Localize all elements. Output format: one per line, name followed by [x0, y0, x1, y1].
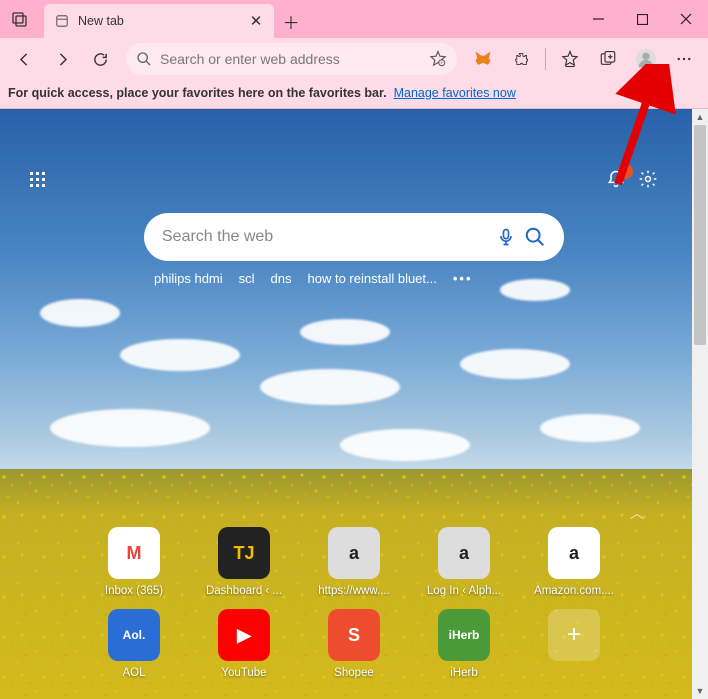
quick-links: ︿ MInbox (365)TJDashboard ‹ ...ahttps://… [74, 521, 634, 679]
tab-close-button[interactable]: ✕ [248, 13, 264, 29]
quick-link-tile[interactable]: a https://www.... [314, 527, 394, 597]
trend-link[interactable]: dns [271, 271, 292, 286]
search-submit-icon[interactable] [524, 226, 546, 248]
vertical-scrollbar[interactable]: ▲ ▼ [692, 109, 708, 699]
collections-button[interactable] [590, 42, 626, 76]
svg-text:+: + [440, 61, 443, 66]
trends-more-icon[interactable]: ••• [453, 271, 473, 286]
tile-icon: a [328, 527, 380, 579]
profile-button[interactable] [628, 42, 664, 76]
tile-label: Shopee [314, 667, 394, 679]
web-search-box[interactable] [144, 213, 564, 261]
favorites-info-text: For quick access, place your favorites h… [8, 86, 387, 100]
trend-link[interactable]: philips hdmi [154, 271, 223, 286]
extensions-button[interactable] [503, 42, 539, 76]
toolbar: + [0, 38, 708, 80]
ntp-header: 7 [0, 159, 688, 199]
tile-label: Log In ‹ Alph... [424, 585, 504, 597]
tab-title: New tab [78, 14, 240, 28]
tile-icon: ▶ [218, 609, 270, 661]
maximize-button[interactable] [620, 0, 664, 38]
tab-actions-button[interactable] [0, 0, 40, 38]
tile-icon: TJ [218, 527, 270, 579]
favorite-star-icon[interactable]: + [429, 50, 447, 68]
titlebar: New tab ✕ ＋ [0, 0, 708, 38]
favorites-info-bar: For quick access, place your favorites h… [0, 80, 708, 109]
manage-favorites-link[interactable]: Manage favorites now [394, 86, 516, 100]
refresh-button[interactable] [82, 42, 118, 76]
window-controls [576, 0, 708, 38]
plus-icon: + [548, 609, 600, 661]
tile-label: YouTube [204, 667, 284, 679]
favorites-button[interactable] [552, 42, 588, 76]
apps-grid-icon[interactable] [30, 172, 45, 187]
quick-link-tile[interactable]: TJ Dashboard ‹ ... [204, 527, 284, 597]
scroll-up-button[interactable]: ▲ [692, 109, 708, 125]
tile-label: Inbox (365) [94, 585, 174, 597]
tile-label: https://www.... [314, 585, 394, 597]
tile-label: AOL [94, 667, 174, 679]
add-tile-button[interactable]: + [534, 609, 614, 679]
back-button[interactable] [6, 42, 42, 76]
page-settings-button[interactable] [638, 169, 658, 189]
tile-label: Amazon.com.... [534, 585, 614, 597]
extension-metamask-icon[interactable] [465, 42, 501, 76]
tile-label: iHerb [424, 667, 504, 679]
new-tab-page: 7 philips hdmi scl dns how to reinstall … [0, 109, 708, 699]
separator [545, 48, 546, 70]
trend-link[interactable]: scl [239, 271, 255, 286]
tile-icon: Aol. [108, 609, 160, 661]
tab-favicon-icon [54, 13, 70, 29]
web-search-input[interactable] [162, 228, 488, 246]
scrollbar-thumb[interactable] [694, 125, 706, 345]
quick-link-tile[interactable]: Aol. AOL [94, 609, 174, 679]
quick-link-tile[interactable]: a Log In ‹ Alph... [424, 527, 504, 597]
address-bar[interactable]: + [126, 43, 457, 75]
quick-link-tile[interactable]: M Inbox (365) [94, 527, 174, 597]
tile-icon: a [548, 527, 600, 579]
browser-tab[interactable]: New tab ✕ [44, 4, 274, 38]
tile-icon: S [328, 609, 380, 661]
new-tab-button[interactable]: ＋ [274, 4, 308, 38]
tile-icon: a [438, 527, 490, 579]
trend-link[interactable]: how to reinstall bluet... [308, 271, 437, 286]
quick-link-tile[interactable]: iHerb iHerb [424, 609, 504, 679]
scroll-down-button[interactable]: ▼ [692, 683, 708, 699]
minimize-button[interactable] [576, 0, 620, 38]
forward-button[interactable] [44, 42, 80, 76]
tile-label: Dashboard ‹ ... [204, 585, 284, 597]
quick-link-tile[interactable]: ▶ YouTube [204, 609, 284, 679]
voice-search-icon[interactable] [496, 227, 516, 247]
notifications-button[interactable]: 7 [606, 169, 626, 189]
collapse-icon[interactable]: ︿ [630, 503, 644, 523]
settings-menu-button[interactable] [666, 42, 702, 76]
quick-link-tile[interactable]: a Amazon.com.... [534, 527, 614, 597]
trending-searches: philips hdmi scl dns how to reinstall bl… [144, 271, 564, 286]
notification-badge: 7 [618, 164, 633, 179]
search-icon [136, 51, 152, 67]
tile-icon: M [108, 527, 160, 579]
address-input[interactable] [160, 51, 421, 67]
tile-icon: iHerb [438, 609, 490, 661]
scrollbar-track[interactable] [692, 125, 708, 683]
close-window-button[interactable] [664, 0, 708, 38]
quick-link-tile[interactable]: S Shopee [314, 609, 394, 679]
